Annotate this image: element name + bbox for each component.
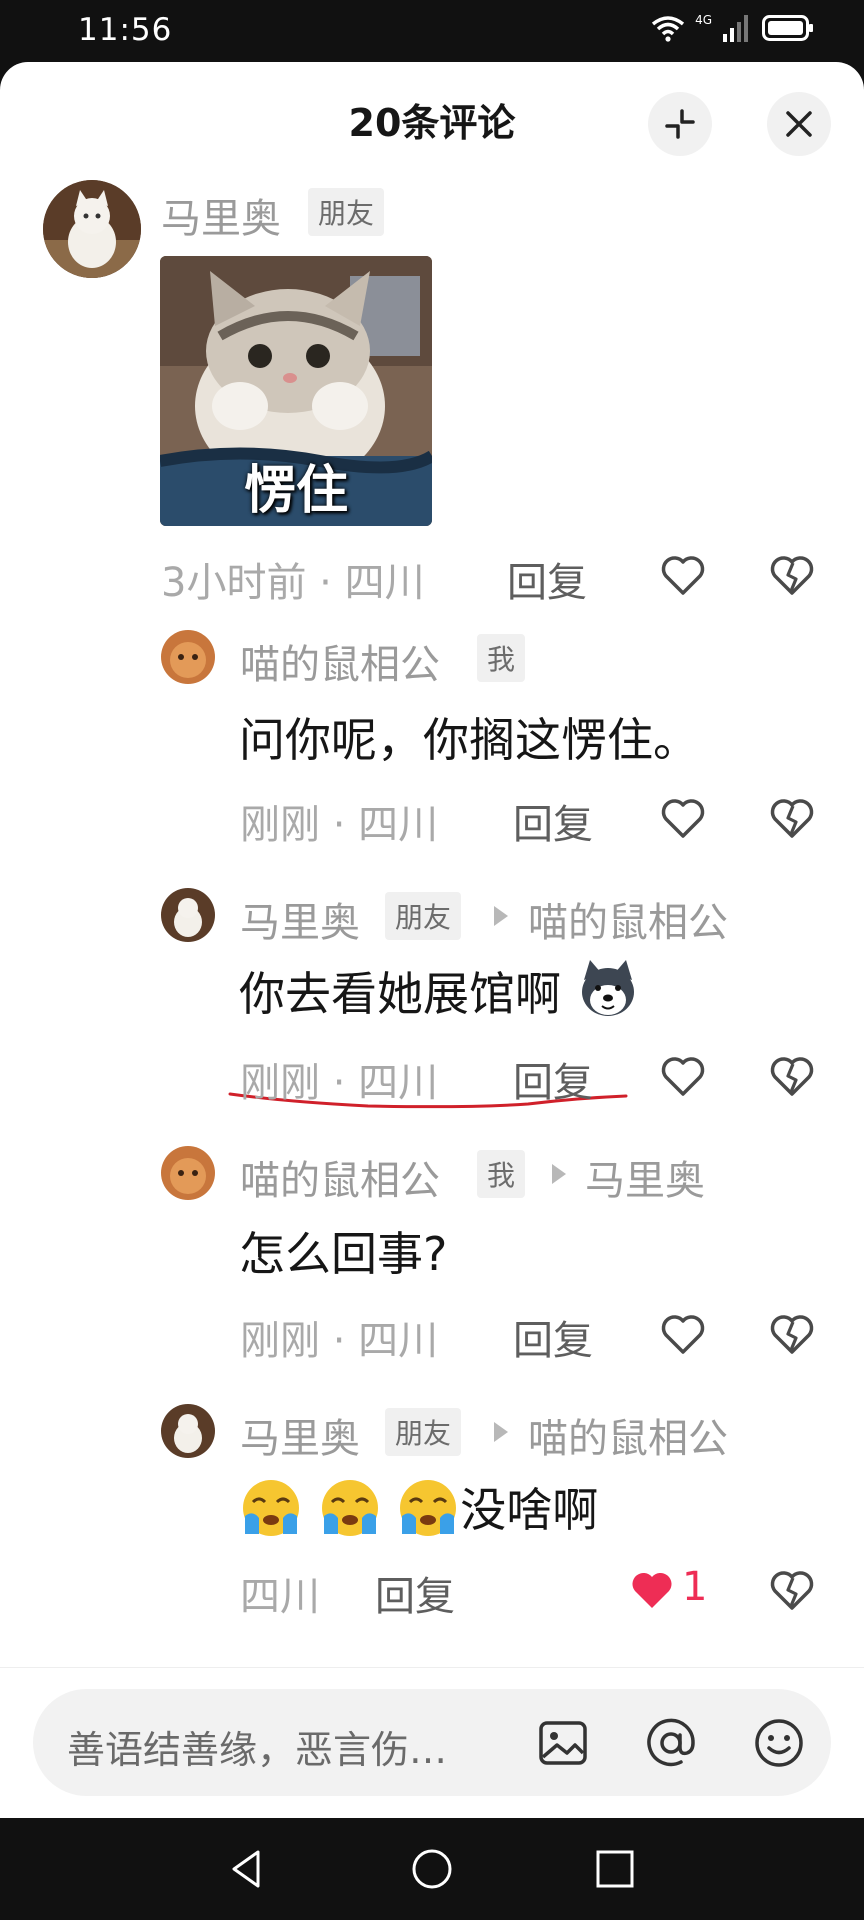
- comment-text: 没啥啊: [239, 1474, 598, 1540]
- emoji-icon[interactable]: [751, 1715, 807, 1771]
- friend-tag: 朋友: [385, 1408, 462, 1456]
- at-mention-icon[interactable]: [643, 1715, 699, 1771]
- home-icon[interactable]: [409, 1846, 455, 1892]
- crying-face-emoji-icon: [321, 1480, 378, 1536]
- comment-author[interactable]: 马里奥: [240, 1406, 360, 1464]
- dislike-icon[interactable]: [768, 1566, 816, 1614]
- reply-to-user[interactable]: 喵的鼠相公: [528, 1406, 728, 1464]
- status-time: 11:56: [78, 12, 173, 48]
- crying-face-emoji-icon: [400, 1480, 457, 1536]
- comments-sheet: 20条评论 马里奥 朋友 愣住 3小时前 · 四川 回复 喵的鼠相公 我 问你呢…: [0, 62, 864, 1818]
- status-icons: 4G: [651, 13, 814, 42]
- reply-button[interactable]: 回复: [375, 1564, 455, 1622]
- image-icon[interactable]: [535, 1715, 591, 1771]
- avatar[interactable]: [161, 1404, 215, 1458]
- network-type: 4G: [695, 13, 712, 27]
- comment-text-content: 没啥啊: [460, 1483, 599, 1537]
- comment-location: 四川: [240, 1574, 320, 1620]
- comment-input[interactable]: 善语结善缘，恶言伤…: [33, 1689, 831, 1796]
- back-icon[interactable]: [224, 1846, 270, 1892]
- like-count: 1: [682, 1564, 708, 1610]
- crying-face-emoji-icon: [243, 1480, 299, 1536]
- battery-icon: [762, 15, 813, 41]
- wifi-icon: [651, 16, 685, 42]
- input-placeholder: 善语结善缘，恶言伤…: [67, 1728, 448, 1772]
- reply-arrow-icon: [494, 1422, 508, 1442]
- like-filled-icon[interactable]: [628, 1566, 676, 1614]
- reply-item: 马里奥 朋友 喵的鼠相公 没啥啊 四川 回复 1: [0, 62, 864, 1642]
- status-bar: 11:56 4G: [0, 0, 864, 62]
- comment-input-bar: 善语结善缘，恶言伤…: [0, 1667, 864, 1818]
- cat-avatar-image: [161, 1404, 215, 1458]
- recents-icon[interactable]: [592, 1846, 638, 1892]
- signal-icon: [723, 15, 748, 42]
- navigation-bar: [0, 1818, 864, 1920]
